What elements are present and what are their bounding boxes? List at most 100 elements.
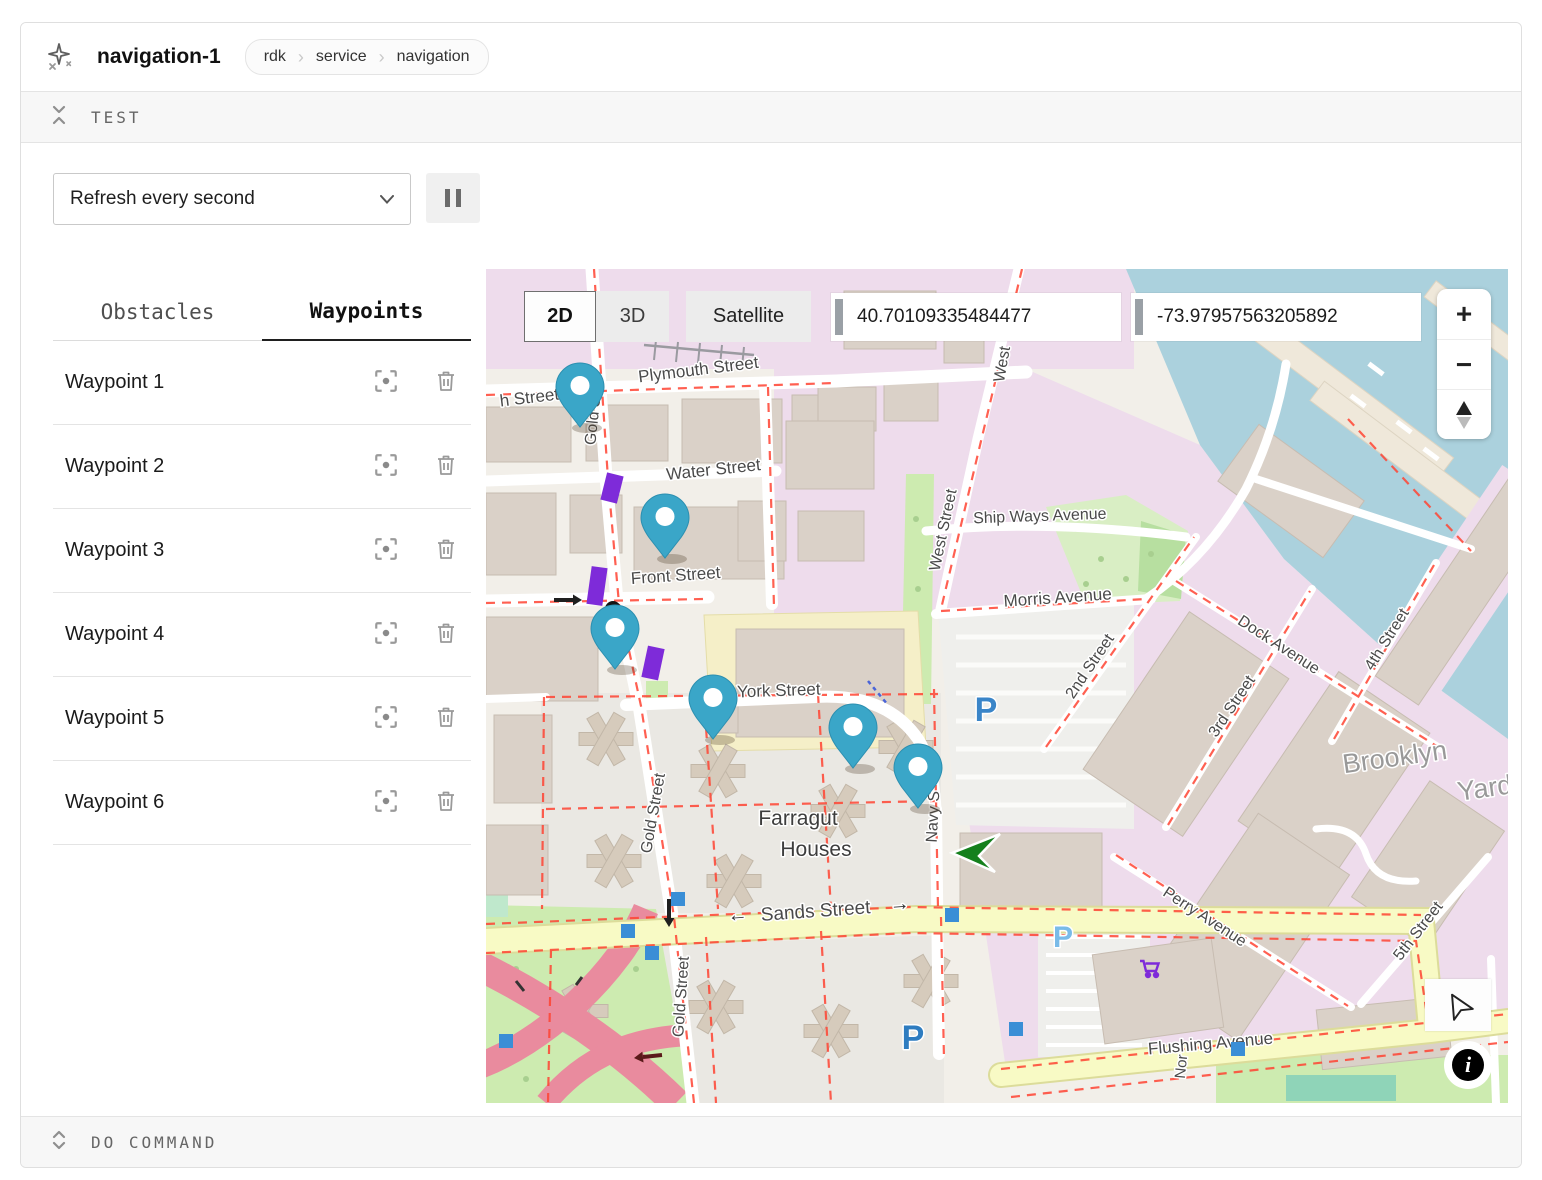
- latitude-input[interactable]: 40.70109335484477: [831, 293, 1121, 341]
- pause-icon: [456, 189, 461, 207]
- focus-waypoint-button[interactable]: [371, 452, 401, 482]
- waypoint-row: Waypoint 2: [53, 425, 471, 509]
- focus-waypoint-button[interactable]: [371, 788, 401, 818]
- trash-icon: [434, 789, 458, 813]
- parking-icon: P: [902, 1019, 925, 1057]
- latitude-value: 40.70109335484477: [857, 306, 1031, 328]
- delete-waypoint-button[interactable]: [431, 704, 461, 734]
- waypoint-row: Waypoint 5: [53, 677, 471, 761]
- delete-waypoint-button[interactable]: [431, 536, 461, 566]
- map-blue-square: [621, 924, 635, 938]
- test-section-label: TEST: [91, 108, 142, 127]
- waypoint-label: Waypoint 5: [65, 707, 371, 730]
- street-label: York Street: [737, 680, 821, 702]
- focus-waypoint-button[interactable]: [371, 704, 401, 734]
- trash-icon: [434, 369, 458, 393]
- navigation-panel: navigation-1 rdk › service › navigation …: [0, 0, 1542, 1180]
- map-info-button[interactable]: i: [1444, 1041, 1492, 1089]
- tab-obstacles[interactable]: Obstacles: [53, 283, 262, 341]
- delete-waypoint-button[interactable]: [431, 788, 461, 818]
- zoom-out-button[interactable]: −: [1437, 339, 1491, 389]
- waypoint-label: Waypoint 2: [65, 455, 371, 478]
- focus-waypoint-button[interactable]: [371, 620, 401, 650]
- collapse-icon[interactable]: [51, 105, 67, 130]
- pause-refresh-button[interactable]: [426, 173, 480, 223]
- map-blue-square: [1231, 1042, 1245, 1056]
- map-mode-3d-button[interactable]: 3D: [596, 291, 669, 342]
- pause-icon: [445, 189, 450, 207]
- focus-icon: [373, 620, 399, 646]
- map-zoom-controls: + −: [1437, 289, 1491, 439]
- sparkle-icon: [45, 42, 75, 72]
- focus-icon: [373, 368, 399, 394]
- map-satellite-button[interactable]: Satellite: [686, 291, 811, 342]
- refresh-rate-value: Refresh every second: [70, 188, 380, 210]
- focus-icon: [373, 536, 399, 562]
- focus-icon: [373, 704, 399, 730]
- test-section-bar[interactable]: TEST: [21, 91, 1521, 143]
- map-blue-square: [645, 946, 659, 960]
- street-label: Navy S: [924, 791, 944, 843]
- breadcrumb-item: service: [316, 48, 367, 66]
- map-mode-2d-button[interactable]: 2D: [524, 291, 596, 342]
- breadcrumb: rdk › service › navigation: [245, 39, 489, 75]
- chevron-right-icon: ›: [298, 47, 304, 68]
- latitude-accent-bar: [835, 299, 843, 335]
- refresh-rate-select[interactable]: Refresh every second: [53, 173, 411, 225]
- waypoint-row: Waypoint 4: [53, 593, 471, 677]
- focus-waypoint-button[interactable]: [371, 368, 401, 398]
- trash-icon: [434, 453, 458, 477]
- waypoint-row: Waypoint 6: [53, 761, 471, 845]
- map-blue-square: [945, 908, 959, 922]
- waypoint-row: Waypoint 1: [53, 341, 471, 425]
- delete-waypoint-button[interactable]: [431, 368, 461, 398]
- trash-icon: [434, 621, 458, 645]
- longitude-accent-bar: [1135, 299, 1143, 335]
- focus-icon: [373, 452, 399, 478]
- compass-north-icon: [1456, 401, 1472, 415]
- delete-waypoint-button[interactable]: [431, 620, 461, 650]
- trash-icon: [434, 537, 458, 561]
- map-blue-square: [671, 892, 685, 906]
- delete-waypoint-button[interactable]: [431, 452, 461, 482]
- waypoints-panel: Obstacles Waypoints Waypoint 1 Waypoint 2…: [53, 283, 471, 845]
- map-canvas[interactable]: Plymouth Streeth StreetWater StreetFront…: [486, 269, 1508, 1103]
- street-label: →: [889, 892, 910, 915]
- tab-waypoints[interactable]: Waypoints: [262, 283, 471, 341]
- street-label: Houses: [780, 838, 851, 861]
- waypoint-label: Waypoint 6: [65, 791, 371, 814]
- zoom-in-button[interactable]: +: [1437, 289, 1491, 339]
- page-title: navigation-1: [97, 45, 221, 69]
- parking-icon: P: [1053, 921, 1073, 954]
- tab-bar: Obstacles Waypoints: [53, 283, 471, 341]
- focus-icon: [373, 788, 399, 814]
- map-svg: Plymouth Streeth StreetWater StreetFront…: [486, 269, 1508, 1103]
- expand-icon[interactable]: [51, 1130, 67, 1155]
- street-label: Farragut: [758, 807, 838, 830]
- breadcrumb-item: navigation: [397, 48, 470, 66]
- do-command-section-bar[interactable]: DO COMMAND: [21, 1116, 1521, 1167]
- map-blue-square: [499, 1034, 513, 1048]
- map-blue-square: [1009, 1022, 1023, 1036]
- waypoint-label: Waypoint 4: [65, 623, 371, 646]
- navigation-arrow-icon: [1440, 987, 1476, 1023]
- focus-waypoint-button[interactable]: [371, 536, 401, 566]
- breadcrumb-item: rdk: [264, 48, 286, 66]
- street-label: ←: [727, 903, 748, 926]
- info-icon: i: [1452, 1049, 1484, 1081]
- waypoint-list: Waypoint 1 Waypoint 2 Waypoint 3 Waypoint 4…: [53, 341, 471, 845]
- compass-button[interactable]: [1437, 389, 1491, 439]
- chevron-right-icon: ›: [379, 47, 385, 68]
- waypoint-label: Waypoint 3: [65, 539, 371, 562]
- chevron-down-icon: [380, 188, 394, 210]
- trash-icon: [434, 705, 458, 729]
- waypoint-row: Waypoint 3: [53, 509, 471, 593]
- parking-icon: P: [975, 691, 998, 729]
- waypoint-label: Waypoint 1: [65, 371, 371, 394]
- longitude-input[interactable]: -73.97957563205892: [1131, 293, 1421, 341]
- card-header: navigation-1 rdk › service › navigation: [21, 23, 1521, 91]
- locate-button[interactable]: [1425, 979, 1491, 1031]
- navigation-card: navigation-1 rdk › service › navigation …: [20, 22, 1522, 1168]
- longitude-value: -73.97957563205892: [1157, 306, 1338, 328]
- do-command-label: DO COMMAND: [91, 1133, 217, 1152]
